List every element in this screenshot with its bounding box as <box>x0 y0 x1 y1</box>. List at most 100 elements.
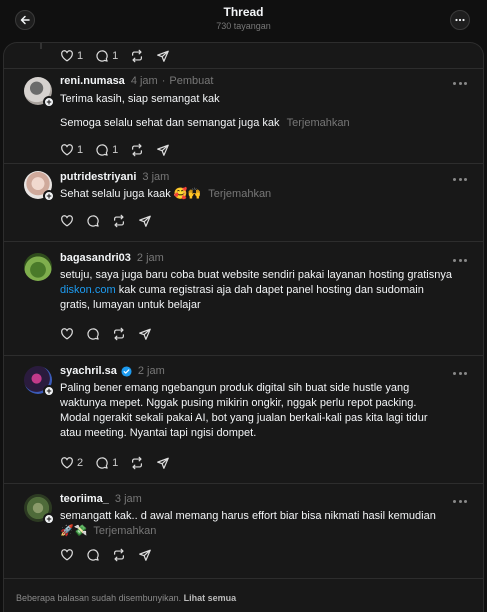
reply-text-line: waktunya mepet. Nggak pusing mikirin ong… <box>60 397 417 409</box>
action-row <box>60 326 164 342</box>
send-icon <box>139 215 151 227</box>
reply-link[interactable]: diskon.com <box>60 284 116 296</box>
share-button[interactable] <box>138 214 152 228</box>
avatar[interactable]: + <box>24 494 55 525</box>
reply-text-second: Semoga selalu sehat dan semangat juga ka… <box>60 116 470 131</box>
timestamp: 4 jam <box>130 75 158 87</box>
see-all-link[interactable]: Lihat semua <box>184 593 237 603</box>
repost-button[interactable] <box>130 456 144 470</box>
share-button[interactable] <box>156 143 170 157</box>
username[interactable]: syachril.sa <box>60 364 117 378</box>
reply-text-line: 🚀💸 Terjemahkan <box>60 524 470 539</box>
translate-link[interactable]: Terjemahkan <box>93 525 156 537</box>
avatar[interactable]: + <box>24 366 55 397</box>
reply-text-line: Modal ngerakit sekali pakai AI, bot yang… <box>60 412 428 424</box>
share-button[interactable] <box>138 327 152 341</box>
like-count: 2 <box>77 457 84 469</box>
follow-plus-icon[interactable]: + <box>43 513 55 525</box>
reply-text-line: atau meeting. Nyantai tapi ngisi dompet. <box>60 427 257 439</box>
repost-icon <box>114 214 124 228</box>
reply-button[interactable] <box>86 214 100 228</box>
reply-text-line-rest: kak cuma registrasi aja dah dapet panel … <box>115 284 424 296</box>
heart-icon <box>61 144 73 156</box>
reply-header: reni.numasa 4 jam · Pembuat <box>60 74 213 88</box>
thread-panel: 1 1 + reni.numasa 4 jam · Pembuat Terima… <box>3 42 484 612</box>
translate-link[interactable]: Terjemahkan <box>208 188 271 200</box>
top-bar: Thread 730 tayangan <box>0 0 487 40</box>
reply-button[interactable] <box>86 548 100 562</box>
repost-button[interactable] <box>112 327 126 341</box>
title-block: Thread 730 tayangan <box>0 5 487 32</box>
like-button[interactable]: 1 <box>60 143 83 157</box>
action-row <box>60 547 164 563</box>
share-button[interactable] <box>138 548 152 562</box>
timestamp: 3 jam <box>142 171 170 183</box>
reply-button[interactable]: 1 <box>95 49 118 63</box>
repost-icon <box>132 143 143 157</box>
heart-icon <box>61 549 73 561</box>
translate-link[interactable]: Terjemahkan <box>287 117 350 129</box>
like-button[interactable] <box>60 548 74 562</box>
send-icon <box>139 328 151 340</box>
follow-plus-icon[interactable]: + <box>43 96 55 108</box>
reply-text-line: setuju, saya juga baru coba buat website… <box>60 269 452 281</box>
repost-button[interactable] <box>130 143 144 157</box>
like-button[interactable] <box>60 327 74 341</box>
action-row <box>60 213 164 229</box>
follow-plus-icon[interactable]: + <box>43 190 55 202</box>
timestamp: 2 jam <box>137 365 165 377</box>
follow-plus-icon[interactable]: + <box>43 385 55 397</box>
more-options-icon[interactable] <box>453 78 467 88</box>
repost-button[interactable] <box>112 214 126 228</box>
reply-text: Sehat selalu juga kaak 🥰🙌 Terjemahkan <box>60 187 470 202</box>
like-button[interactable]: 2 <box>60 456 83 470</box>
send-icon <box>157 144 170 156</box>
reply-text: semangatt kak.. d awal memang harus effo… <box>60 509 470 539</box>
avatar[interactable]: + <box>24 171 55 202</box>
view-count: 730 tayangan <box>216 21 271 31</box>
heart-icon <box>61 50 73 62</box>
divider <box>4 241 483 242</box>
like-count: 1 <box>77 50 84 62</box>
avatar[interactable]: + <box>24 77 55 108</box>
comment-icon <box>96 457 108 469</box>
more-options-icon[interactable] <box>453 174 467 184</box>
share-button[interactable] <box>156 49 170 63</box>
more-options-icon[interactable] <box>453 496 467 506</box>
reply-text-body: Semoga selalu sehat dan semangat juga ka… <box>60 117 280 129</box>
reply-text-line: diskon.com kak cuma registrasi aja dah d… <box>60 283 475 298</box>
hidden-replies-notice: Beberapa balasan sudah disembunyikan. Li… <box>16 592 236 604</box>
username[interactable]: reni.numasa <box>60 74 125 88</box>
avatar[interactable] <box>24 253 52 281</box>
more-options-icon[interactable] <box>453 368 467 378</box>
action-row: 2 1 <box>60 455 182 471</box>
reply-text: setuju, saya juga baru coba buat website… <box>60 268 475 313</box>
username[interactable]: putridestriyani <box>60 170 136 184</box>
reply-button[interactable]: 1 <box>95 456 118 470</box>
divider <box>4 68 483 69</box>
username[interactable]: bagasandri03 <box>60 251 131 265</box>
reply-text-line: Paling bener emang ngebangun produk digi… <box>60 382 410 394</box>
more-icon <box>455 18 465 22</box>
repost-button[interactable] <box>112 548 126 562</box>
repost-button[interactable] <box>130 49 144 63</box>
send-icon <box>157 457 170 469</box>
like-button[interactable] <box>60 214 74 228</box>
reply-text: Terima kasih, siap semangat kak <box>60 93 220 105</box>
reply-header: putridestriyani 3 jam <box>60 170 169 184</box>
divider <box>4 578 483 579</box>
more-options-button[interactable] <box>450 10 470 30</box>
reply-count: 1 <box>112 144 119 156</box>
more-options-icon[interactable] <box>453 255 467 265</box>
reply-text: Paling bener emang ngebangun produk digi… <box>60 381 470 441</box>
reply-header: syachril.sa 2 jam <box>60 364 165 378</box>
verified-badge-icon <box>121 365 132 377</box>
like-button[interactable]: 1 <box>60 49 83 63</box>
username[interactable]: teoriima_ <box>60 492 109 506</box>
share-button[interactable] <box>156 456 170 470</box>
reply-button[interactable] <box>86 327 100 341</box>
send-icon <box>139 549 151 561</box>
reply-emoji: 🚀💸 <box>60 525 88 537</box>
reply-header: teoriima_ 3 jam <box>60 492 142 506</box>
reply-button[interactable]: 1 <box>95 143 118 157</box>
